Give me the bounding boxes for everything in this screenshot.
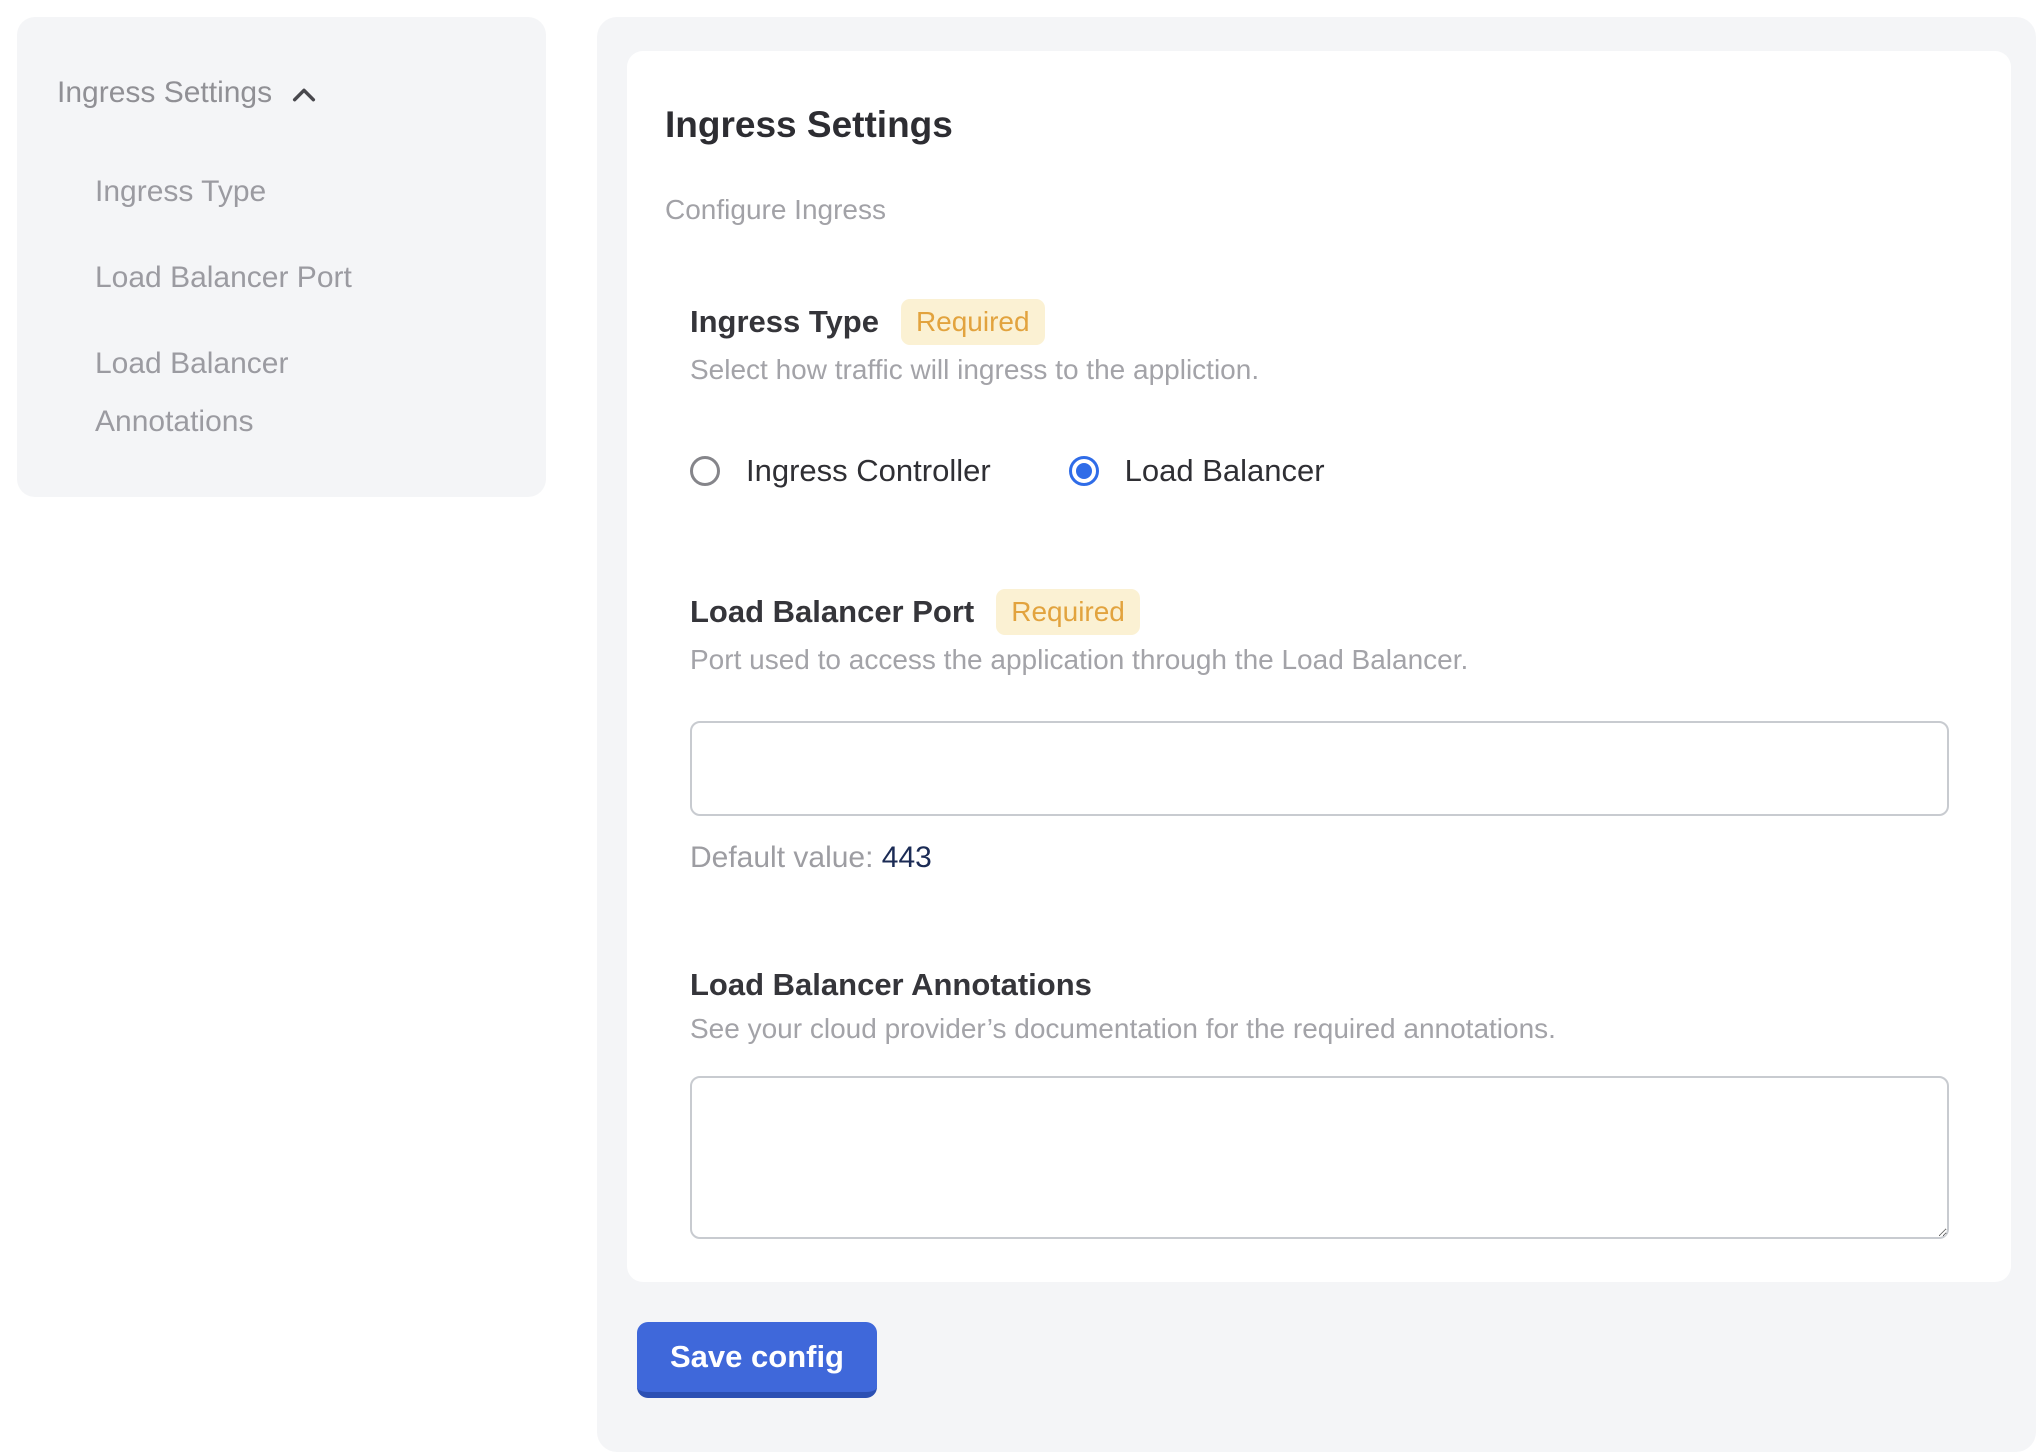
default-value-hint: Default value: 443	[690, 840, 1949, 876]
radio-option-load-balancer[interactable]: Load Balancer	[1069, 453, 1325, 489]
load-balancer-annotations-description: See your cloud provider’s documentation …	[690, 1012, 1949, 1046]
radio-icon[interactable]	[690, 456, 720, 486]
radio-label: Ingress Controller	[746, 453, 991, 489]
default-value: 443	[882, 841, 932, 874]
load-balancer-annotations-textarea[interactable]	[690, 1076, 1949, 1239]
section-load-balancer-annotations: Load Balancer Annotations See your cloud…	[690, 966, 1949, 1239]
default-value-label: Default value:	[690, 841, 873, 874]
sidebar-item-ingress-type[interactable]: Ingress Type	[95, 163, 405, 221]
required-badge: Required	[996, 589, 1140, 635]
sidebar-section-label: Ingress Settings	[57, 76, 272, 110]
sidebar-section-ingress-settings[interactable]: Ingress Settings	[57, 75, 506, 111]
radio-option-ingress-controller[interactable]: Ingress Controller	[690, 453, 991, 489]
main-panel: Ingress Settings Configure Ingress Ingre…	[597, 17, 2036, 1452]
load-balancer-port-input[interactable]	[690, 721, 1949, 816]
sidebar-item-list: Ingress Type Load Balancer Port Load Bal…	[95, 163, 405, 451]
radio-icon[interactable]	[1069, 456, 1099, 486]
required-badge: Required	[901, 299, 1045, 345]
ingress-type-label: Ingress Type	[690, 303, 879, 341]
load-balancer-annotations-label-row: Load Balancer Annotations	[690, 966, 1949, 1004]
ingress-type-description: Select how traffic will ingress to the a…	[690, 353, 1949, 387]
ingress-type-label-row: Ingress Type Required	[690, 299, 1949, 345]
settings-sidebar: Ingress Settings Ingress Type Load Balan…	[17, 17, 546, 497]
load-balancer-port-description: Port used to access the application thro…	[690, 643, 1949, 677]
page-subtitle: Configure Ingress	[665, 193, 1949, 227]
radio-label: Load Balancer	[1125, 453, 1325, 489]
section-load-balancer-port: Load Balancer Port Required Port used to…	[690, 589, 1949, 876]
load-balancer-port-label: Load Balancer Port	[690, 593, 974, 631]
load-balancer-port-label-row: Load Balancer Port Required	[690, 589, 1949, 635]
chevron-up-icon	[288, 79, 320, 111]
save-config-button[interactable]: Save config	[637, 1322, 877, 1398]
sidebar-item-load-balancer-annotations[interactable]: Load Balancer Annotations	[95, 335, 405, 451]
page-title: Ingress Settings	[665, 103, 1949, 147]
ingress-type-radio-group: Ingress Controller Load Balancer	[690, 453, 1949, 489]
section-ingress-type: Ingress Type Required Select how traffic…	[690, 299, 1949, 489]
load-balancer-annotations-label: Load Balancer Annotations	[690, 966, 1092, 1004]
ingress-settings-card: Ingress Settings Configure Ingress Ingre…	[627, 51, 2011, 1282]
sidebar-item-load-balancer-port[interactable]: Load Balancer Port	[95, 249, 405, 307]
